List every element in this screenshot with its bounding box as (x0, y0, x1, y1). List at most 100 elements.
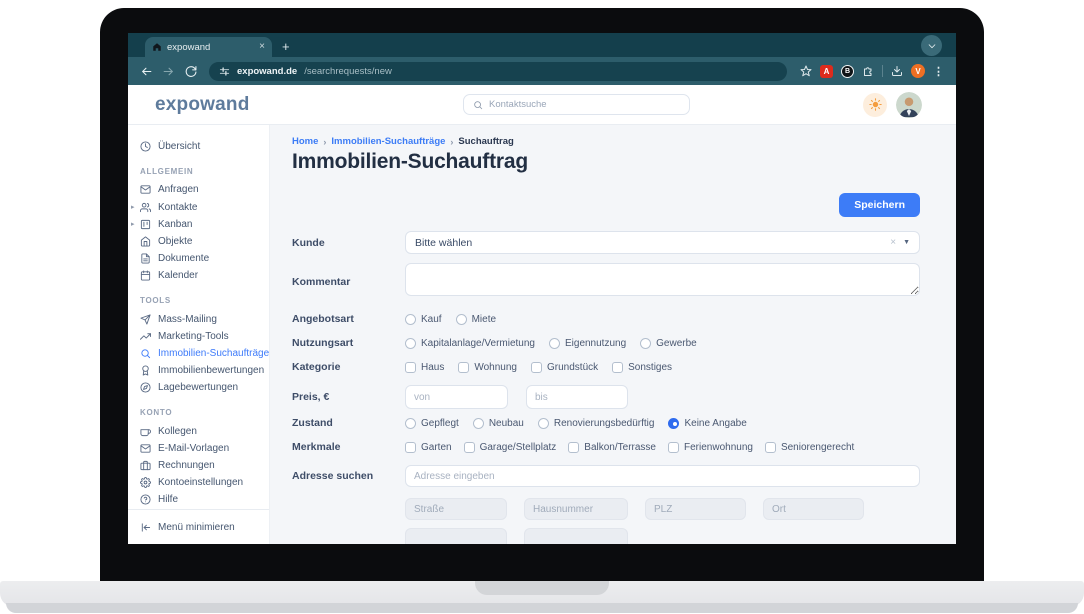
radio-miete[interactable]: Miete (455, 313, 496, 325)
user-avatar[interactable] (896, 91, 922, 118)
sidebar-item-immobilienbewertungen[interactable]: Immobilienbewertungen (128, 362, 269, 379)
adresse-input[interactable] (405, 465, 920, 487)
adresse-label: Adresse suchen (292, 470, 374, 482)
browser-tab[interactable]: expowand × (145, 37, 272, 57)
radio-icon[interactable] (548, 337, 560, 349)
checkbox-icon[interactable] (531, 361, 542, 373)
site-settings-icon[interactable] (219, 66, 230, 77)
sidebar-item-immobilien-suchauftraege[interactable]: Immobilien-Suchaufträge (128, 345, 269, 362)
sidebar-minimize-button[interactable]: Menü minimieren (128, 519, 269, 537)
radio-kauf[interactable]: Kauf (405, 313, 442, 325)
tab-close-icon[interactable]: × (259, 42, 265, 52)
url-bar[interactable]: expowand.de/searchrequests/new (209, 61, 787, 81)
sidebar-item-mass-mailing[interactable]: Mass-Mailing (128, 310, 269, 327)
sidebar-item-lagebewertungen[interactable]: Lagebewertungen (128, 379, 269, 396)
award-icon (140, 365, 151, 376)
sidebar-item-uebersicht[interactable]: Übersicht (128, 138, 269, 155)
checkbox-icon[interactable] (612, 361, 624, 373)
breadcrumb: Home › Immobilien-Suchaufträge › Suchauf… (292, 136, 920, 147)
radio-gepflegt[interactable]: Gepflegt (405, 417, 459, 429)
save-button[interactable]: Speichern (839, 193, 920, 217)
clear-selection-icon[interactable]: × (890, 237, 896, 248)
radio-icon[interactable] (455, 313, 467, 325)
radio-icon[interactable] (405, 313, 416, 325)
kunde-select[interactable]: Bitte wählen × ▼ (405, 231, 920, 254)
checkbox-balkon[interactable]: Balkon/Terrasse (568, 441, 656, 453)
sidebar-item-kalender[interactable]: Kalender (128, 267, 269, 284)
radio-icon[interactable] (405, 337, 416, 349)
radio-icon[interactable] (405, 417, 416, 429)
sidebar-item-kollegen[interactable]: Kollegen (128, 422, 269, 439)
checkbox-sonstiges[interactable]: Sonstiges (612, 361, 672, 373)
sidebar-item-label: Mass-Mailing (158, 313, 217, 325)
favicon-home-icon (152, 42, 162, 52)
radio-icon[interactable] (537, 417, 549, 429)
sidebar-item-hilfe[interactable]: Hilfe (128, 491, 269, 508)
reload-icon[interactable] (184, 65, 197, 78)
theme-toggle-button[interactable] (863, 92, 887, 117)
bookmark-star-icon[interactable] (800, 65, 812, 77)
breadcrumb-list-link[interactable]: Immobilien-Suchaufträge (331, 136, 445, 147)
sidebar-item-marketing-tools[interactable]: Marketing-Tools (128, 328, 269, 345)
checkbox-icon[interactable] (668, 441, 679, 453)
pdf-extension-icon[interactable]: A (820, 64, 833, 78)
breadcrumb-current: Suchauftrag (458, 136, 514, 147)
sidebar-item-rechnungen[interactable]: Rechnungen (128, 457, 269, 474)
back-icon[interactable] (140, 65, 153, 78)
browser-profile-badge[interactable]: V (911, 64, 925, 78)
radio-icon[interactable] (640, 337, 652, 349)
invoices-icon (140, 460, 151, 471)
checkbox-icon[interactable] (458, 361, 470, 373)
sidebar-item-email-vorlagen[interactable]: E-Mail-Vorlagen (128, 440, 269, 457)
breadcrumb-home-link[interactable]: Home (292, 136, 318, 147)
checkbox-icon[interactable] (463, 441, 475, 453)
checkbox-garten[interactable]: Garten (405, 441, 452, 453)
radio-keine-angabe-selected[interactable]: Keine Angabe (668, 417, 747, 429)
sidebar-item-kontoeinstellungen[interactable]: Kontoeinstellungen (128, 474, 269, 491)
app-header: expowand (128, 85, 956, 125)
sidebar-item-anfragen[interactable]: Anfragen (128, 181, 269, 198)
extensions-puzzle-icon[interactable] (862, 65, 874, 77)
extension-b-icon[interactable]: B (841, 64, 854, 78)
checkbox-haus[interactable]: Haus (405, 361, 444, 373)
radio-icon[interactable] (472, 417, 484, 429)
app-logo[interactable]: expowand (155, 94, 250, 116)
forward-icon[interactable] (162, 65, 175, 78)
checkbox-icon[interactable] (568, 441, 580, 453)
radio-kapitalanlage[interactable]: Kapitalanlage/Vermietung (405, 337, 535, 349)
sidebar-item-kontakte[interactable]: ▸ Kontakte (128, 198, 269, 215)
checkbox-garage[interactable]: Garage/Stellplatz (463, 441, 556, 453)
sidebar-item-objekte[interactable]: Objekte (128, 233, 269, 250)
radio-neubau[interactable]: Neubau (472, 417, 524, 429)
checkbox-wohnung[interactable]: Wohnung (458, 361, 517, 373)
expand-caret-icon[interactable]: ▸ (131, 203, 135, 211)
search-input[interactable] (489, 99, 680, 110)
radio-gewerbe[interactable]: Gewerbe (640, 337, 697, 349)
kommentar-textarea[interactable] (405, 263, 920, 296)
radio-renovierungsbeduerftig[interactable]: Renovierungsbedürftig (537, 417, 654, 429)
merkmale-label: Merkmale (292, 441, 341, 453)
preis-von-input[interactable] (405, 385, 508, 409)
checkbox-icon[interactable] (405, 361, 416, 373)
checkbox-grundstueck[interactable]: Grundstück (531, 361, 598, 373)
preis-bis-input[interactable] (526, 385, 628, 409)
new-tab-button[interactable]: + (282, 39, 290, 54)
sidebar-divider (128, 508, 269, 510)
sidebar-item-kanban[interactable]: ▸ Kanban (128, 216, 269, 233)
downloads-icon[interactable] (891, 65, 903, 77)
checkbox-seniorengerecht[interactable]: Seniorengerecht (764, 441, 854, 453)
window-chevron-button[interactable] (921, 35, 942, 56)
expand-caret-icon[interactable]: ▸ (131, 220, 135, 228)
laptop-bottom-edge (6, 603, 1078, 613)
radio-checked-icon[interactable] (668, 417, 680, 429)
checkbox-ferienwohnung[interactable]: Ferienwohnung (668, 441, 753, 453)
sidebar-item-dokumente[interactable]: Dokumente (128, 250, 269, 267)
address-extra-input (405, 528, 507, 544)
radio-eigennutzung[interactable]: Eigennutzung (548, 337, 626, 349)
sidebar-item-label: Menü minimieren (158, 521, 235, 533)
browser-menu-icon[interactable]: ⋮ (933, 65, 944, 78)
checkbox-icon[interactable] (764, 441, 776, 453)
checkbox-icon[interactable] (405, 441, 416, 453)
contact-search[interactable] (463, 94, 690, 115)
kategorie-label: Kategorie (292, 361, 341, 373)
